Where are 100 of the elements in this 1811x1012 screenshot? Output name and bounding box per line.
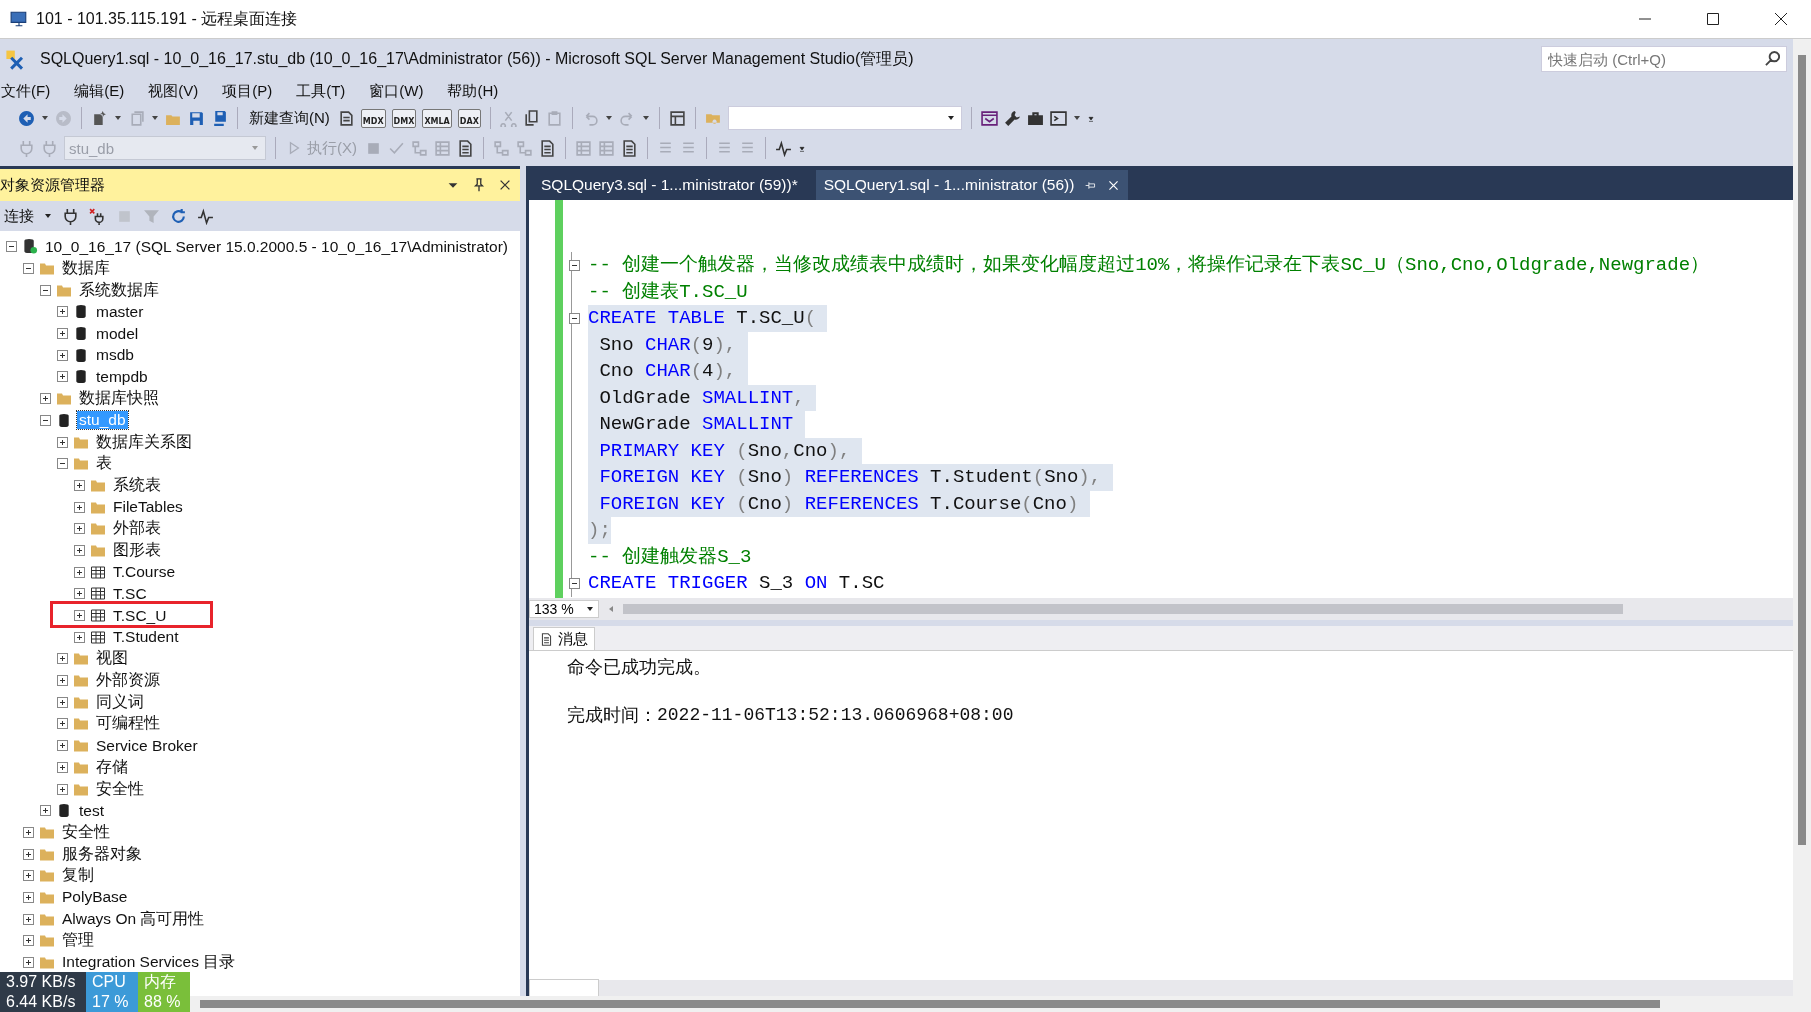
tree-item[interactable]: 同义词 (94, 691, 146, 713)
expander-icon[interactable] (23, 891, 34, 903)
tree-item[interactable]: T.SC_U (111, 606, 169, 625)
quick-launch-field[interactable]: 快速启动 (Ctrl+Q) (1541, 46, 1787, 72)
collapse-icon[interactable] (568, 259, 580, 271)
expander-icon[interactable] (57, 696, 68, 708)
tree-item[interactable]: 存储 (94, 756, 130, 778)
menu-item[interactable]: 帮助(H) (446, 81, 500, 101)
expander-icon[interactable] (57, 328, 68, 340)
copy-icon[interactable] (522, 109, 540, 127)
expander-icon[interactable] (40, 393, 51, 405)
tree-item[interactable]: Integration Services 目录 (60, 952, 238, 974)
tree-item[interactable]: 复制 (60, 865, 96, 887)
caret-icon[interactable] (604, 114, 613, 122)
refresh-icon[interactable] (170, 207, 187, 225)
tree-item[interactable]: 可编程性 (94, 713, 162, 735)
expander-icon[interactable] (74, 588, 85, 600)
close-icon[interactable] (1107, 178, 1121, 192)
terminal-icon[interactable] (1049, 109, 1067, 127)
expander-icon[interactable] (40, 805, 51, 817)
expander-icon[interactable] (57, 371, 68, 383)
tree-item[interactable]: 图形表 (111, 539, 163, 561)
save-icon[interactable] (188, 109, 205, 127)
expander-icon[interactable] (57, 436, 68, 448)
tree-item[interactable]: 外部资源 (94, 670, 162, 692)
expander-icon[interactable] (6, 241, 17, 253)
tree-item[interactable]: 安全性 (60, 821, 112, 843)
menu-item[interactable]: 窗口(W) (368, 81, 425, 101)
document-icon[interactable] (457, 139, 474, 157)
caret-icon[interactable] (41, 114, 49, 122)
expander-icon[interactable] (23, 913, 34, 925)
tree-item[interactable]: FileTables (111, 498, 185, 517)
tree-item[interactable]: Always On 高可用性 (60, 908, 207, 930)
expander-icon[interactable] (23, 826, 34, 838)
expander-icon[interactable] (74, 566, 85, 578)
tree-item[interactable]: T.SC (111, 584, 149, 603)
toolbox-icon[interactable] (1026, 109, 1044, 127)
close-icon[interactable] (1773, 11, 1789, 27)
menu-item[interactable]: 项目(P) (221, 81, 274, 101)
overflow-icon[interactable] (1086, 114, 1095, 122)
tree-item[interactable]: tempdb (94, 367, 150, 386)
caret-icon[interactable] (114, 114, 122, 122)
expander-icon[interactable] (74, 523, 85, 535)
expander-icon[interactable] (74, 610, 85, 622)
tree-item[interactable]: 服务器对象 (60, 843, 144, 865)
connect-button[interactable]: 连接 (4, 206, 34, 226)
query-type-button[interactable]: DAX (457, 108, 481, 128)
tree-item[interactable]: 视图 (94, 648, 130, 670)
expander-icon[interactable] (57, 653, 68, 665)
query-type-button[interactable]: DMX (391, 108, 417, 128)
scrollbar-thumb[interactable] (623, 604, 1623, 614)
caret-icon[interactable] (641, 114, 650, 122)
tree-item[interactable]: model (94, 324, 141, 343)
wrench-icon[interactable] (1003, 109, 1021, 127)
save-all-icon[interactable] (211, 109, 228, 127)
caret-icon[interactable] (1072, 114, 1081, 122)
tree-item[interactable]: PolyBase (60, 888, 130, 907)
expander-icon[interactable] (57, 458, 68, 470)
collapse-icon[interactable] (568, 577, 580, 589)
expander-icon[interactable] (23, 870, 34, 882)
messages-tab[interactable]: 消息 (533, 627, 595, 650)
query-type-button[interactable]: MDX (360, 108, 386, 128)
tree-item[interactable]: 数据库 (60, 258, 112, 280)
plug-icon[interactable] (62, 207, 79, 225)
maximize-icon[interactable] (1705, 11, 1721, 27)
expander-icon[interactable] (23, 848, 34, 860)
overflow-icon[interactable] (798, 144, 806, 152)
query-type-button[interactable]: XMLA (422, 108, 452, 128)
expander-icon[interactable] (23, 263, 34, 275)
tree-item[interactable]: 系统表 (111, 474, 163, 496)
window-icon[interactable] (980, 109, 998, 127)
caret-icon[interactable] (151, 114, 159, 122)
new-project-icon[interactable] (91, 109, 108, 127)
zoom-dropdown[interactable]: 133 % (529, 600, 599, 618)
expander-icon[interactable] (23, 935, 34, 947)
wave-icon[interactable] (775, 139, 792, 157)
expander-icon[interactable] (57, 349, 68, 361)
window-layout-icon[interactable] (668, 109, 686, 127)
tree-item[interactable]: 外部表 (111, 518, 163, 540)
tree-item[interactable]: T.Student (111, 628, 181, 647)
expander-icon[interactable] (57, 740, 68, 752)
close-icon[interactable] (498, 178, 512, 192)
expander-icon[interactable] (23, 957, 34, 969)
tree-item[interactable]: 数据库关系图 (94, 431, 194, 453)
tree-item[interactable]: test (77, 801, 106, 820)
disconnect-icon[interactable] (89, 207, 106, 225)
expander-icon[interactable] (57, 761, 68, 773)
caret-icon[interactable] (44, 212, 52, 220)
tree-item[interactable]: 数据库快照 (77, 388, 161, 410)
tree-item[interactable]: T.Course (111, 563, 178, 582)
tree-item[interactable]: 系统数据库 (77, 279, 161, 301)
tree-item[interactable]: 表 (94, 453, 114, 475)
document-tab[interactable]: SQLQuery3.sql - 1...ministrator (59))* (533, 170, 806, 200)
database-query-icon[interactable] (337, 109, 355, 127)
document-icon[interactable] (539, 139, 556, 157)
menu-item[interactable]: 编辑(E) (73, 81, 126, 101)
tree-item[interactable]: msdb (94, 346, 136, 365)
tree-item[interactable]: 10_0_16_17 (SQL Server 15.0.2000.5 - 10_0_16_17\Administrator) (43, 237, 510, 256)
document-icon[interactable] (621, 139, 638, 157)
expander-icon[interactable] (74, 631, 85, 643)
